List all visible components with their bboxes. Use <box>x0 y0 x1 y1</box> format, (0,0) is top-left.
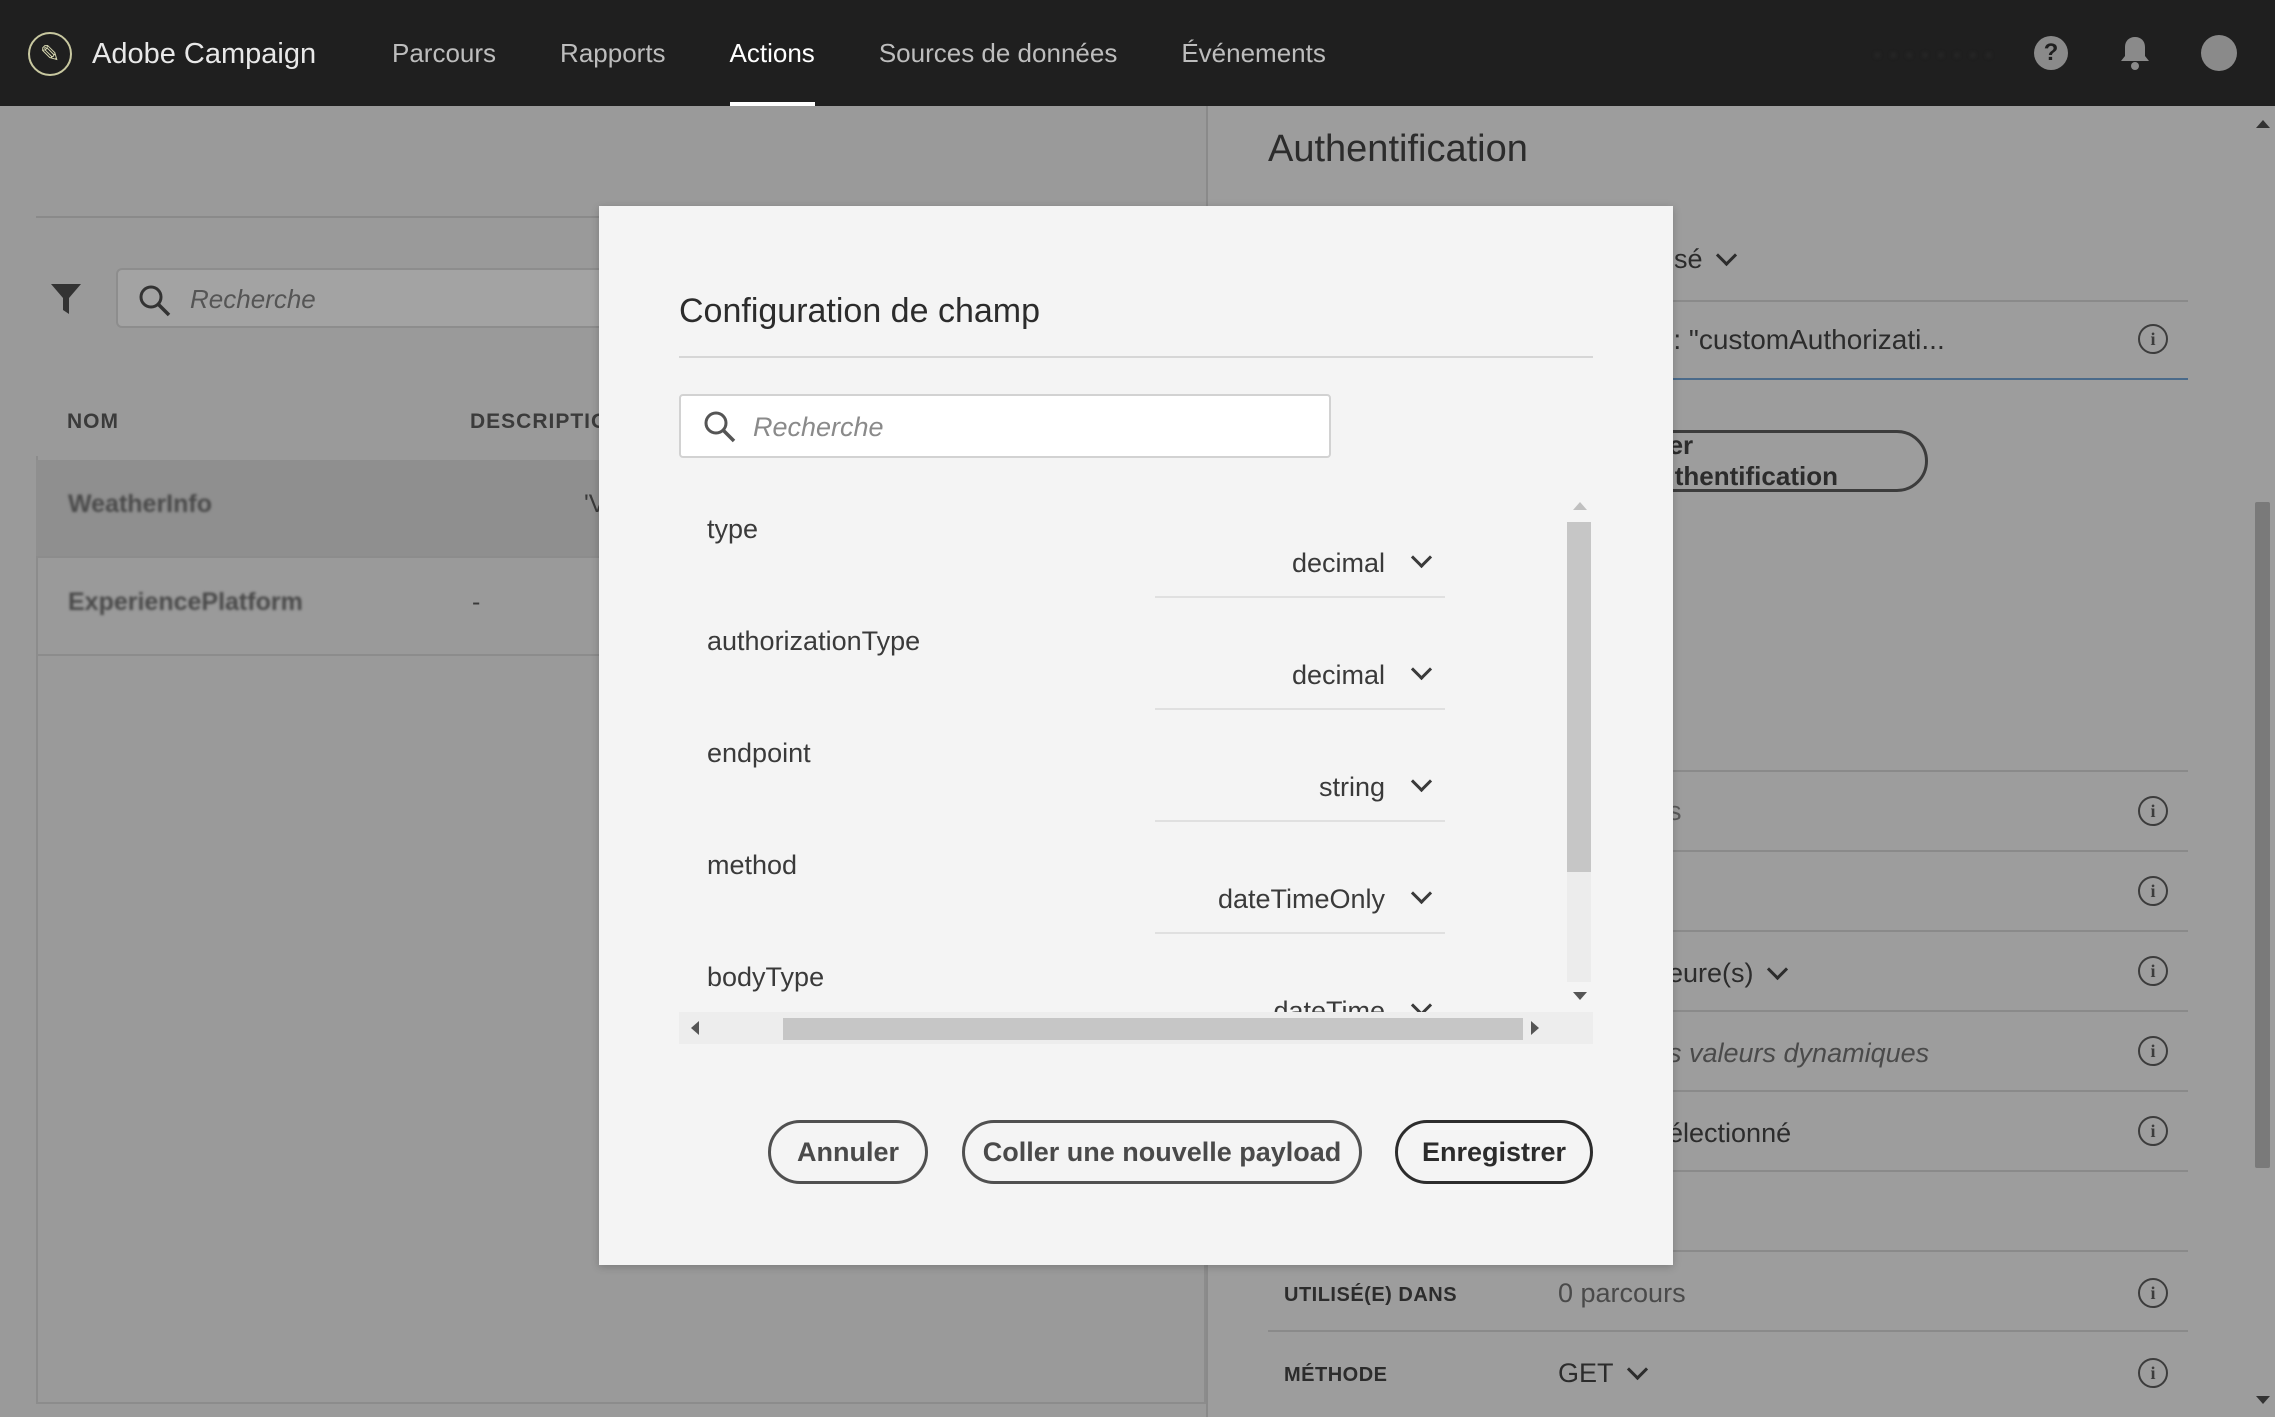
field-type-select[interactable]: string <box>1155 756 1445 822</box>
scrollbar-thumb[interactable] <box>2255 502 2270 1168</box>
field-type-value: dateTimeOnly <box>1217 884 1385 914</box>
top-right-icons: · · · · · · · · ? <box>1873 0 2275 106</box>
adobe-campaign-logo-icon: ✎ <box>28 32 72 76</box>
field-type-value: decimal <box>1291 548 1385 578</box>
divider <box>679 356 1593 358</box>
field-name: type <box>707 514 759 544</box>
field-type-value: decimal <box>1291 660 1385 690</box>
brand[interactable]: ✎ Adobe Campaign <box>28 30 316 78</box>
chevron-down-icon <box>1410 546 1433 569</box>
save-button[interactable]: Enregistrer <box>1395 1120 1593 1184</box>
timeout-value: eure(s) <box>1668 958 1754 988</box>
search-icon <box>138 284 172 323</box>
cancel-button[interactable]: Annuler <box>768 1120 928 1184</box>
field-type-select[interactable]: decimal <box>1155 644 1445 710</box>
info-icon[interactable]: i <box>2138 324 2168 354</box>
info-icon[interactable]: i <box>2138 1358 2168 1388</box>
used-in-value[interactable]: 0 parcours <box>1558 1278 1686 1309</box>
auth-payload-field[interactable]: ': "customAuthorizati... <box>1668 324 1945 356</box>
chevron-down-icon <box>1410 882 1433 905</box>
scroll-up-arrow-icon[interactable] <box>2256 120 2270 128</box>
dialog-search-input[interactable] <box>751 408 1295 446</box>
user-avatar-icon[interactable] <box>2201 35 2237 71</box>
auth-type-value: isé <box>1668 244 1703 274</box>
field-row: endpoint string <box>679 716 1559 828</box>
search-placeholder: Recherche <box>190 284 316 314</box>
row-name: WeatherInfo <box>68 490 212 518</box>
brand-name: Adobe Campaign <box>92 37 317 70</box>
scroll-up-arrow-icon[interactable] <box>1573 502 1587 510</box>
main-nav: Parcours Rapports Actions Sources de don… <box>360 0 1358 106</box>
field-configuration-dialog: Configuration de champ type decimal auth… <box>599 206 1673 1265</box>
info-icon[interactable]: i <box>2138 876 2168 906</box>
selected-text: électionné <box>1668 1118 1792 1148</box>
field-type-value: string <box>1318 772 1385 802</box>
chevron-down-icon <box>1766 958 1788 981</box>
row-description: - <box>472 588 481 616</box>
chevron-down-icon <box>1715 244 1737 267</box>
info-icon[interactable]: i <box>2138 796 2168 826</box>
help-icon[interactable]: ? <box>2033 35 2069 71</box>
used-in-label: UTILISÉ(E) DANS <box>1284 1284 1458 1306</box>
nav-evenements[interactable]: Événements <box>1149 0 1358 106</box>
chevron-down-icon <box>1626 1358 1648 1381</box>
paste-new-payload-button[interactable]: Coller une nouvelle payload <box>962 1120 1362 1184</box>
field-name: method <box>707 850 798 880</box>
search-icon <box>703 410 737 449</box>
field-type-select[interactable]: decimal <box>1155 532 1445 598</box>
auth-type-select[interactable]: isé <box>1668 244 1737 275</box>
scroll-right-arrow-icon[interactable] <box>1531 1021 1539 1035</box>
row-name: ExperiencePlatform <box>68 588 303 616</box>
nav-parcours[interactable]: Parcours <box>360 0 528 106</box>
notification-bell-icon[interactable] <box>2117 35 2153 71</box>
field-type-select[interactable]: dateTimeOnly <box>1155 868 1445 934</box>
field-name: endpoint <box>707 738 811 768</box>
dynamic-values-text: s valeurs dynamiques <box>1668 1038 1930 1068</box>
method-select[interactable]: GET <box>1558 1358 1648 1389</box>
field-row: method dateTimeOnly <box>679 828 1559 940</box>
info-icon[interactable]: i <box>2138 1036 2168 1066</box>
field-row: type decimal <box>679 492 1559 604</box>
chevron-down-icon <box>1410 658 1433 681</box>
page-scrollbar[interactable] <box>2250 106 2275 1417</box>
field-name: bodyType <box>707 962 825 992</box>
scroll-left-arrow-icon[interactable] <box>691 1021 699 1035</box>
field-list-vertical-scrollbar[interactable] <box>1559 492 1593 1024</box>
field-name: authorizationType <box>707 626 921 656</box>
method-label: MÉTHODE <box>1284 1364 1388 1386</box>
list-search-field[interactable]: Recherche <box>116 268 636 328</box>
method-value: GET <box>1558 1358 1614 1388</box>
info-icon[interactable]: i <box>2138 956 2168 986</box>
dialog-search-field[interactable] <box>679 394 1331 458</box>
scroll-down-arrow-icon[interactable] <box>1573 992 1587 1000</box>
nav-rapports[interactable]: Rapports <box>528 0 698 106</box>
scroll-down-arrow-icon[interactable] <box>2256 1396 2270 1404</box>
column-header-name[interactable]: NOM <box>67 410 119 434</box>
dialog-title: Configuration de champ <box>679 292 1041 330</box>
field-list: type decimal authorizationType decimal e… <box>679 492 1593 1024</box>
scrollbar-thumb[interactable] <box>1567 522 1591 872</box>
field-list-horizontal-scrollbar[interactable] <box>679 1012 1593 1044</box>
field-row: authorizationType decimal <box>679 604 1559 716</box>
filter-icon[interactable] <box>50 282 82 321</box>
chevron-down-icon <box>1410 770 1433 793</box>
divider <box>1268 1330 2188 1332</box>
test-authentication-button[interactable]: ester l'authentification <box>1628 430 1928 492</box>
organization-switcher[interactable]: · · · · · · · · <box>1873 38 1993 69</box>
nav-sources-de-donnees[interactable]: Sources de données <box>847 0 1150 106</box>
scrollbar-thumb[interactable] <box>783 1018 1523 1040</box>
column-header-description[interactable]: DESCRIPTIO <box>470 410 608 434</box>
nav-actions[interactable]: Actions <box>698 0 847 106</box>
top-navigation-bar: ✎ Adobe Campaign Parcours Rapports Actio… <box>0 0 2275 106</box>
info-icon[interactable]: i <box>2138 1116 2168 1146</box>
info-icon[interactable]: i <box>2138 1278 2168 1308</box>
authentication-title: Authentification <box>1268 128 1528 170</box>
timeout-select[interactable]: eure(s) <box>1668 958 1788 989</box>
